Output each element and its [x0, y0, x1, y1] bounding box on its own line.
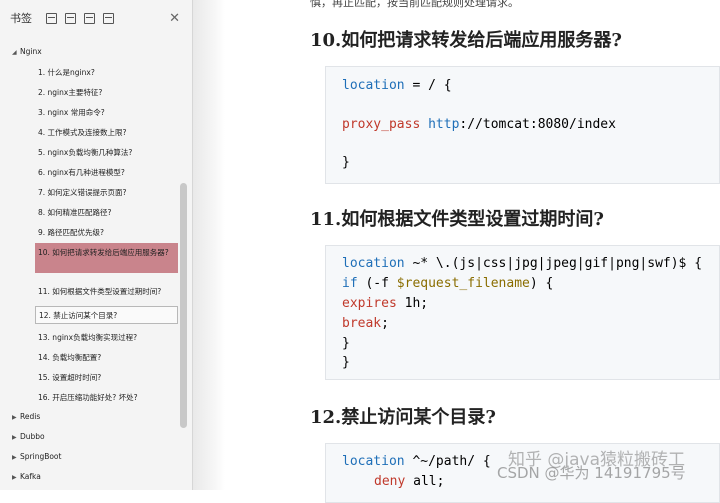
heading-10: 10.如何把请求转发给后端应用服务器?: [310, 30, 622, 51]
bookmark-item-8[interactable]: 8. 如何精准匹配路径?: [38, 207, 112, 218]
bookmark-options-icon[interactable]: [103, 12, 114, 24]
tree-node-kafka[interactable]: ▶ Kafka: [12, 472, 41, 481]
bookmark-toolbar: 书签: [0, 0, 192, 36]
bookmark-item-1[interactable]: 1. 什么是nginx?: [38, 67, 95, 78]
heading-11: 11.如何根据文件类型设置过期时间?: [310, 209, 604, 230]
code-block-expires: location ~* \.(js|css|jpg|jpeg|gif|png|s…: [325, 245, 720, 380]
previous-section-text: 慎，再正匹配，按当前匹配规则处理请求。: [310, 0, 519, 9]
watermark-csdn: CSDN @华为 14191795号: [497, 464, 686, 482]
collapse-all-icon[interactable]: [65, 12, 76, 24]
tree-node-redis[interactable]: ▶ Redis: [12, 412, 40, 421]
caret-right-icon[interactable]: ▶: [12, 474, 20, 481]
tree-node-springboot[interactable]: ▶ SpringBoot: [12, 452, 61, 461]
code-block-proxy-pass: location = / { proxy_pass http://tomcat:…: [325, 66, 720, 184]
caret-down-icon[interactable]: ◢: [12, 49, 20, 56]
tree-node-nginx[interactable]: ◢ Nginx: [12, 47, 42, 56]
close-icon[interactable]: ✕: [169, 10, 180, 26]
heading-12: 12.禁止访问某个目录?: [310, 407, 496, 428]
bookmark-item-14[interactable]: 14. 负载均衡配置?: [38, 352, 101, 363]
bookmark-panel: 书签 ✕ ◢ Nginx 1. 什么是nginx? 2. nginx主要特征? 3…: [0, 0, 193, 490]
add-bookmark-icon[interactable]: [84, 12, 95, 24]
bookmark-item-7[interactable]: 7. 如何定义错误提示页面?: [38, 187, 127, 198]
bookmark-item-16[interactable]: 16. 开启压缩功能好处? 坏处?: [38, 392, 138, 403]
expand-all-icon[interactable]: [46, 12, 57, 24]
bookmark-item-2[interactable]: 2. nginx主要特征?: [38, 87, 102, 98]
bookmark-item-4[interactable]: 4. 工作模式及连接数上限?: [38, 127, 127, 138]
caret-right-icon[interactable]: ▶: [12, 434, 20, 441]
bookmark-item-10-selected[interactable]: 10. 如何把请求转发给后端应用服务器?: [35, 243, 178, 273]
tree-node-dubbo[interactable]: ▶ Dubbo: [12, 432, 45, 441]
bookmark-item-11[interactable]: 11. 如何根据文件类型设置过期时间?: [38, 286, 161, 297]
bookmark-item-3[interactable]: 3. nginx 常用命令?: [38, 107, 105, 118]
bookmark-item-12-focused[interactable]: 12. 禁止访问某个目录?: [35, 306, 178, 324]
bookmark-item-6[interactable]: 6. nginx有几种进程模型?: [38, 167, 125, 178]
bookmark-item-5[interactable]: 5. nginx负载均衡几种算法?: [38, 147, 132, 158]
sidebar-scrollbar-thumb[interactable]: [180, 183, 187, 428]
bookmark-item-15[interactable]: 15. 设置超时时间?: [38, 372, 101, 383]
caret-right-icon[interactable]: ▶: [12, 414, 20, 421]
page-shadow: [193, 0, 225, 490]
bookmark-panel-title: 书签: [10, 12, 32, 25]
bookmark-item-9[interactable]: 9. 路径匹配优先级?: [38, 227, 104, 238]
bookmark-item-13[interactable]: 13. nginx负载均衡实现过程?: [38, 332, 137, 343]
caret-right-icon[interactable]: ▶: [12, 454, 20, 461]
